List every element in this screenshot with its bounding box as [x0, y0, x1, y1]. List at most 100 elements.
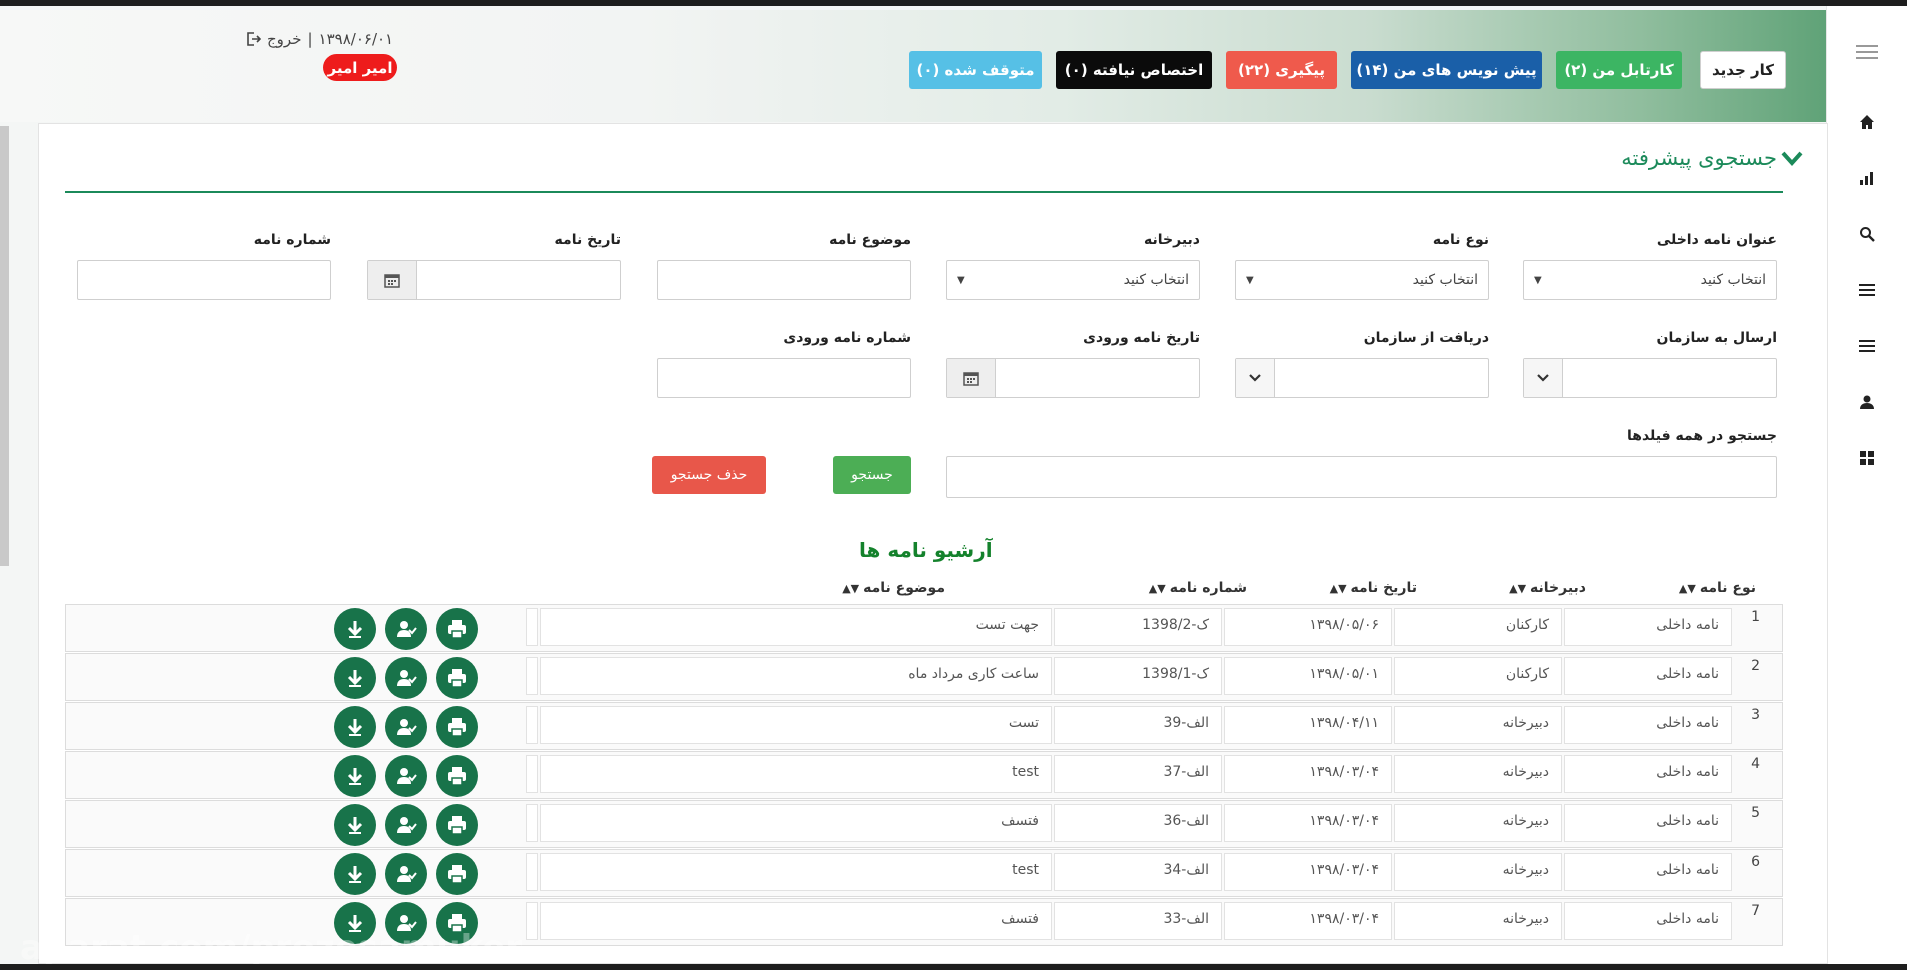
internal-title-select[interactable]: ▼ انتخاب کنید	[1523, 260, 1777, 300]
subject-input[interactable]	[657, 260, 911, 300]
watermark: aparat.com/prozesamuker	[20, 928, 523, 964]
incoming-date-label: تاریخ نامه ورودی	[1083, 330, 1200, 346]
cell-date: ۱۳۹۸/۰۳/۰۴	[1224, 755, 1392, 793]
download-icon[interactable]	[334, 755, 376, 797]
download-icon[interactable]	[334, 853, 376, 895]
user-icon[interactable]	[1827, 384, 1907, 420]
cell-date: ۱۳۹۸/۰۳/۰۴	[1224, 902, 1392, 940]
home-icon[interactable]	[1827, 104, 1907, 140]
row-number: 5	[1751, 805, 1760, 821]
chart-icon[interactable]	[1827, 160, 1907, 196]
print-icon[interactable]	[436, 853, 478, 895]
subject-label: موضوع نامه	[829, 232, 911, 248]
chevron-down-icon[interactable]	[1781, 149, 1803, 167]
search-button[interactable]: جستجو	[833, 456, 911, 494]
user-share-icon[interactable]	[385, 755, 427, 797]
table-row[interactable]: 4 نامه داخلی دبیرخانه ۱۳۹۸/۰۳/۰۴ الف-37 test	[65, 751, 1783, 799]
user-badge[interactable]: امیر امیر	[323, 54, 397, 81]
print-icon[interactable]	[436, 706, 478, 748]
col-header-type[interactable]: نوع نامه ▼▲	[1677, 580, 1756, 596]
incoming-number-input[interactable]	[657, 358, 911, 398]
sort-icon[interactable]: ▼▲	[1330, 582, 1347, 595]
download-icon[interactable]	[334, 657, 376, 699]
row-number: 2	[1751, 658, 1760, 674]
cell-number: الف-33	[1054, 902, 1222, 940]
table-row[interactable]: 5 نامه داخلی دبیرخانه ۱۳۹۸/۰۳/۰۴ الف-36 فتسف	[65, 800, 1783, 848]
letter-type-label: نوع نامه	[1432, 232, 1489, 248]
user-share-icon[interactable]	[385, 657, 427, 699]
cell-type: نامه داخلی	[1564, 804, 1732, 842]
my-drafts-button[interactable]: پیش نویس های من (۱۴)	[1351, 51, 1542, 89]
scrollbar[interactable]	[0, 126, 9, 566]
table-row[interactable]: 1 نامه داخلی کارکنان ۱۳۹۸/۰۵/۰۶ ک-1398/2 جهت …	[65, 604, 1783, 652]
letter-number-label: شماره نامه	[253, 232, 331, 248]
cell-type: نامه داخلی	[1564, 902, 1732, 940]
chevron-down-icon[interactable]	[1524, 359, 1563, 397]
calendar-icon[interactable]	[368, 261, 417, 299]
list-icon[interactable]	[1827, 272, 1907, 308]
table-row[interactable]: 3 نامه داخلی دبیرخانه ۱۳۹۸/۰۴/۱۱ الف-39 تست	[65, 702, 1783, 750]
send-to-org-combo[interactable]	[1523, 358, 1777, 398]
cell-type: نامه داخلی	[1564, 608, 1732, 646]
dropdown-arrow-icon: ▼	[1246, 274, 1254, 286]
stopped-button[interactable]: متوقف شده (۰)	[909, 51, 1042, 89]
user-share-icon[interactable]	[385, 608, 427, 650]
user-share-icon[interactable]	[385, 706, 427, 748]
cell-date: ۱۳۹۸/۰۳/۰۴	[1224, 853, 1392, 891]
print-icon[interactable]	[436, 608, 478, 650]
my-cartable-button[interactable]: کارتابل من (۲)	[1556, 51, 1682, 89]
advanced-search-header[interactable]: جستجوی پیشرفته	[1621, 146, 1803, 170]
letter-number-input[interactable]	[77, 260, 331, 300]
letter-type-select[interactable]: ▼ انتخاب کنید	[1235, 260, 1489, 300]
all-fields-input[interactable]	[946, 456, 1777, 498]
clear-search-button[interactable]: حذف جستجو	[652, 456, 766, 494]
menu-icon[interactable]	[1827, 34, 1907, 70]
print-icon[interactable]	[436, 804, 478, 846]
table-row[interactable]: 2 نامه داخلی کارکنان ۱۳۹۸/۰۵/۰۱ ک-1398/1 ساعت…	[65, 653, 1783, 701]
chevron-down-icon[interactable]	[1236, 359, 1275, 397]
search-icon[interactable]	[1827, 216, 1907, 252]
sort-icon[interactable]: ▼▲	[1149, 582, 1166, 595]
cell-date: ۱۳۹۸/۰۵/۰۱	[1224, 657, 1392, 695]
receive-from-org-combo[interactable]	[1235, 358, 1489, 398]
unassigned-button[interactable]: اختصاص نیافته (۰)	[1056, 51, 1212, 89]
incoming-date-input[interactable]	[946, 358, 1200, 398]
letter-date-input[interactable]	[367, 260, 621, 300]
cell-number: الف-34	[1054, 853, 1222, 891]
calendar-icon[interactable]	[947, 359, 996, 397]
col-header-number[interactable]: شماره نامه ▼▲	[1147, 580, 1247, 596]
separator: |	[307, 30, 313, 48]
cell-secretariat: دبیرخانه	[1394, 902, 1562, 940]
cell-number: ک-1398/1	[1054, 657, 1222, 695]
send-to-org-label: ارسال به سازمان	[1656, 330, 1777, 346]
list-icon[interactable]	[1827, 328, 1907, 364]
col-header-date[interactable]: تاریخ نامه ▼▲	[1328, 580, 1417, 596]
print-icon[interactable]	[436, 755, 478, 797]
user-share-icon[interactable]	[385, 853, 427, 895]
sort-icon[interactable]: ▼▲	[1679, 582, 1696, 595]
print-icon[interactable]	[436, 657, 478, 699]
cell-subject: ساعت کاری مرداد ماه	[540, 657, 1052, 695]
col-header-secretariat[interactable]: دبیرخانه ▼▲	[1507, 580, 1586, 596]
download-icon[interactable]	[334, 608, 376, 650]
cell-spacer	[526, 608, 538, 646]
all-fields-label: جستجو در همه فیلدها	[1626, 428, 1777, 444]
sort-icon[interactable]: ▼▲	[842, 582, 859, 595]
secretariat-select[interactable]: ▼ انتخاب کنید	[946, 260, 1200, 300]
grid-icon[interactable]	[1827, 440, 1907, 476]
cell-spacer	[526, 804, 538, 842]
dropdown-arrow-icon: ▼	[1534, 274, 1542, 286]
cell-spacer	[526, 902, 538, 940]
table-row[interactable]: 6 نامه داخلی دبیرخانه ۱۳۹۸/۰۳/۰۴ الف-34 test	[65, 849, 1783, 897]
followup-button[interactable]: پیگیری (۲۲)	[1226, 51, 1337, 89]
cell-spacer	[526, 657, 538, 695]
logout-icon[interactable]	[245, 31, 261, 47]
sort-icon[interactable]: ▼▲	[1509, 582, 1526, 595]
new-task-button[interactable]: کار جدید	[1700, 51, 1786, 89]
download-icon[interactable]	[334, 804, 376, 846]
cell-secretariat: دبیرخانه	[1394, 853, 1562, 891]
col-header-subject[interactable]: موضوع نامه ▼▲	[840, 580, 945, 596]
user-share-icon[interactable]	[385, 804, 427, 846]
logout-link[interactable]: خروج	[267, 30, 301, 48]
download-icon[interactable]	[334, 706, 376, 748]
